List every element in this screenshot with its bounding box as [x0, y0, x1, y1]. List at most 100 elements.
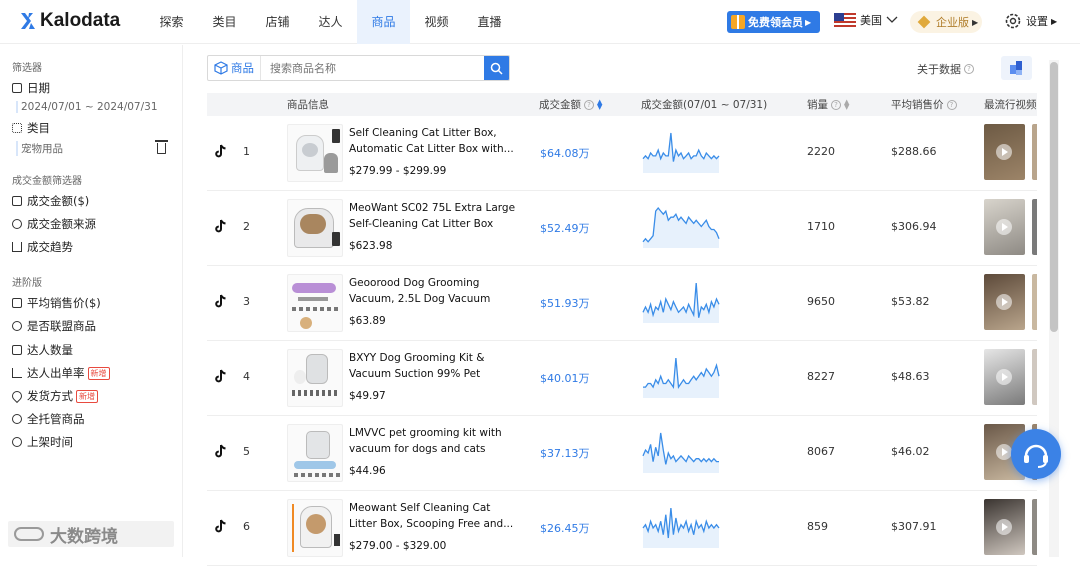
nav-shop[interactable]: 店铺 [251, 0, 304, 44]
about-data-link[interactable]: 关于数据 ? [917, 61, 974, 77]
product-title[interactable]: LMVVC pet grooming kit with vacuum for d… [349, 426, 517, 458]
scrollbar-thumb[interactable] [1050, 62, 1058, 332]
nav-creator[interactable]: 达人 [304, 0, 357, 44]
next-video-thumbnail[interactable] [1032, 124, 1037, 180]
gmv-trend-sparkline[interactable] [641, 280, 721, 326]
gear-icon [1005, 13, 1021, 29]
listing-time-filter[interactable]: 上架时间 [12, 434, 73, 450]
next-video-thumbnail[interactable] [1032, 274, 1037, 330]
col-avg-price-label: 平均销售价 [891, 99, 944, 111]
search-type-tag[interactable]: 商品 [208, 56, 261, 80]
table-row[interactable]: 6 Meowant Self Cleaning Cat Litter Box, S… [207, 491, 1037, 566]
search-button[interactable] [484, 56, 509, 80]
col-gmv-trend: 成交金额(07/01 ~ 07/31) [641, 97, 767, 112]
table-row[interactable]: 4 BXYY Dog Grooming Kit & Vacuum Suction … [207, 341, 1037, 416]
product-title[interactable]: Self Cleaning Cat Litter Box, Automatic … [349, 126, 517, 158]
gmv-trend-sparkline[interactable] [641, 505, 721, 551]
avg-price-value: $48.63 [891, 370, 930, 383]
gmv-item-label: 成交金额($) [27, 194, 90, 208]
table-row[interactable]: 5 LMVVC pet grooming kit with vacuum for … [207, 416, 1037, 491]
row-rank: 6 [243, 520, 250, 533]
next-video-thumbnail[interactable] [1032, 199, 1037, 255]
nav-live[interactable]: 直播 [463, 0, 516, 44]
next-video-thumbnail[interactable] [1032, 349, 1037, 405]
shield-icon [12, 414, 22, 424]
gmv-value: $26.45万 [540, 522, 590, 535]
sales-value: 9650 [807, 295, 835, 308]
product-search-bar: 商品 [207, 55, 510, 81]
product-title[interactable]: MeoWant SC02 75L Extra Large Self-Cleani… [349, 201, 517, 233]
app-name: Kalodata [40, 10, 121, 31]
table-row[interactable]: 2 MeoWant SC02 75L Extra Large Self-Clean… [207, 191, 1037, 266]
category-label: 类目 [27, 121, 50, 135]
col-gmv[interactable]: 成交金额? ▲ ▼ [539, 97, 602, 112]
next-video-thumbnail[interactable] [1032, 499, 1037, 555]
top-video-thumbnail[interactable] [984, 499, 1025, 555]
creator-count-filter[interactable]: 达人数量 [12, 342, 73, 358]
category-value[interactable]: 宠物用品 [16, 141, 63, 156]
top-video-thumbnail[interactable] [984, 349, 1025, 405]
date-range-value[interactable]: 2024/07/01 ~ 2024/07/31 [16, 101, 158, 113]
top-video-thumbnail[interactable] [984, 199, 1025, 255]
nav-product[interactable]: 商品 [357, 0, 410, 44]
product-thumbnail[interactable] [287, 424, 343, 482]
top-video-thumbnail[interactable] [984, 274, 1025, 330]
top-video-thumbnail[interactable] [984, 124, 1025, 180]
trash-icon[interactable] [155, 140, 168, 154]
product-thumbnail[interactable] [287, 274, 343, 332]
category-filter[interactable]: 类目 [12, 120, 50, 136]
table-row[interactable]: 1 Self Cleaning Cat Litter Box, Automatic… [207, 116, 1037, 191]
gmv-source-filter[interactable]: 成交金额来源 [12, 216, 96, 232]
sort-icon[interactable]: ▲ ▼ [597, 98, 602, 110]
managed-product-filter[interactable]: 全托管商品 [12, 411, 85, 427]
avg-price-filter[interactable]: 平均销售价($) [12, 295, 101, 311]
product-thumbnail[interactable] [287, 499, 343, 557]
row-rank: 3 [243, 295, 250, 308]
customer-support-button[interactable] [1011, 429, 1061, 479]
sparkline-area [643, 283, 719, 323]
table-row[interactable]: 3 Geoorood Dog Grooming Vacuum, 2.5L Dog … [207, 266, 1037, 341]
product-title[interactable]: Geoorood Dog Grooming Vacuum, 2.5L Dog V… [349, 276, 517, 308]
gmv-trend-sparkline[interactable] [641, 430, 721, 476]
nav-explore[interactable]: 探索 [145, 0, 198, 44]
new-badge: 新增 [87, 366, 110, 380]
bar-chart-icon [12, 242, 22, 252]
gmv-trend-sparkline[interactable] [641, 355, 721, 401]
search-tag-label: 商品 [231, 61, 254, 75]
affiliate-filter[interactable]: 是否联盟商品 [12, 318, 96, 334]
play-icon [996, 219, 1012, 235]
gmv-amount-filter[interactable]: 成交金额($) [12, 193, 89, 209]
product-thumbnail[interactable] [287, 349, 343, 407]
nav-category[interactable]: 类目 [198, 0, 251, 44]
kalodata-logo[interactable]: Kalodata [20, 10, 120, 32]
free-membership-button[interactable]: 免费领会员 ▶ [727, 11, 820, 33]
gmv-value: $40.01万 [540, 372, 590, 385]
product-title[interactable]: BXYY Dog Grooming Kit & Vacuum Suction 9… [349, 351, 517, 383]
gmv-trend-sparkline[interactable] [641, 130, 721, 176]
product-thumbnail[interactable] [287, 199, 343, 257]
col-sales-label: 销量 [807, 99, 828, 111]
gmv-trend-filter[interactable]: 成交趋势 [12, 239, 73, 255]
advanced-item-label: 达人数量 [27, 343, 73, 357]
data-source-button[interactable] [1001, 56, 1032, 80]
date-filter[interactable]: 日期 [12, 80, 50, 96]
tiktok-icon [215, 519, 226, 533]
search-input[interactable] [261, 56, 484, 80]
creator-conversion-filter[interactable]: 达人出单率 新增 [12, 365, 110, 381]
search-icon [490, 62, 503, 75]
nav-video[interactable]: 视频 [410, 0, 463, 44]
sort-icon[interactable]: ▲ ▼ [844, 98, 849, 110]
col-sales[interactable]: 销量? ▲ ▼ [807, 97, 849, 112]
settings-button[interactable]: 设置 ▶ [1004, 12, 1057, 30]
tiktok-icon [215, 369, 226, 383]
shipping-filter[interactable]: 发货方式 新增 [9, 388, 98, 404]
region-selector[interactable]: 美国 [834, 12, 898, 28]
tiktok-icon [215, 294, 226, 308]
product-price: $623.98 [349, 240, 393, 252]
advanced-heading: 进阶版 [12, 278, 42, 289]
col-avg-price[interactable]: 平均销售价? [891, 97, 957, 112]
gmv-trend-sparkline[interactable] [641, 205, 721, 251]
product-title[interactable]: Meowant Self Cleaning Cat Litter Box, Sc… [349, 501, 517, 533]
enterprise-button[interactable]: 企业版 ▶ [910, 11, 982, 33]
product-thumbnail[interactable] [287, 124, 343, 182]
